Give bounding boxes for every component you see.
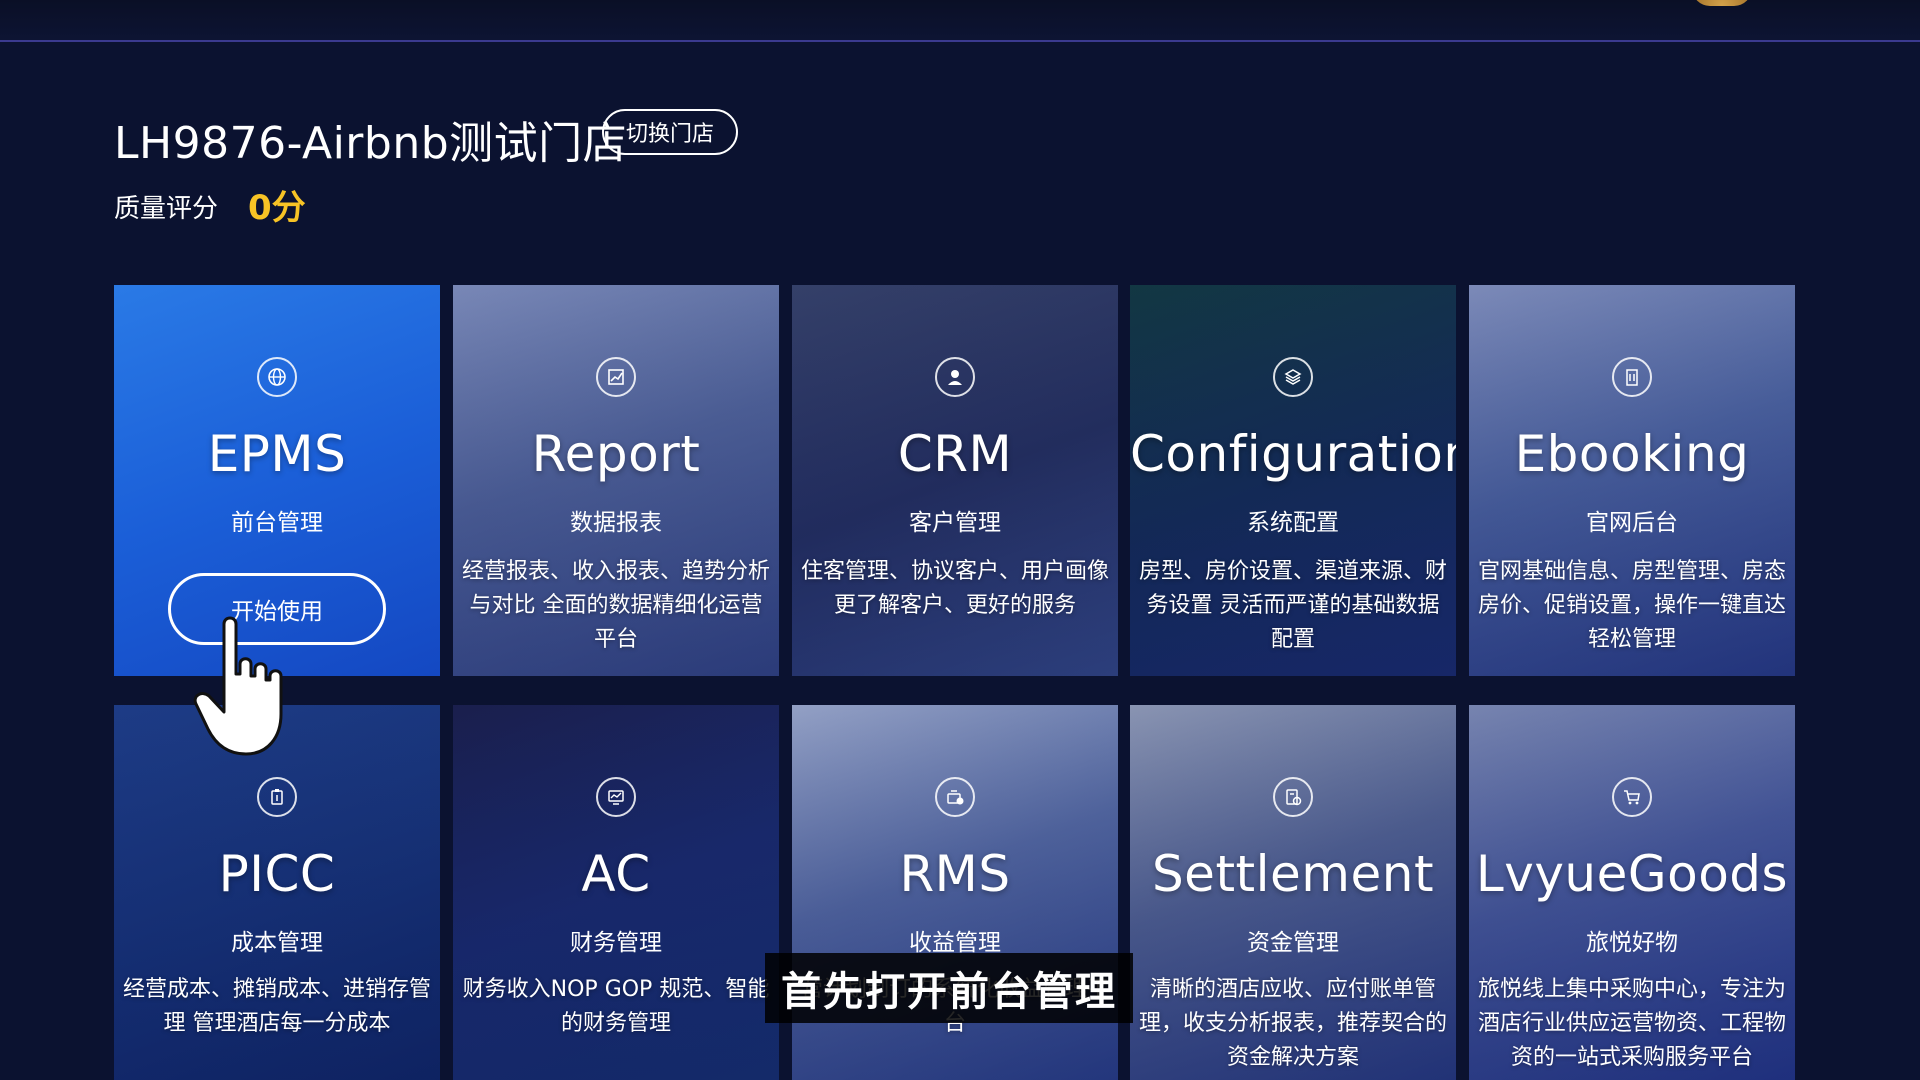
layers-icon bbox=[1273, 357, 1313, 397]
module-subtitle: 财务管理 bbox=[570, 930, 662, 956]
user-icon bbox=[935, 357, 975, 397]
module-card-lvyuegoods[interactable]: LvyueGoods 旅悦好物 旅悦线上集中采购中心，专注为酒店行业供应运营物资… bbox=[1469, 705, 1795, 1080]
globe-icon bbox=[257, 357, 297, 397]
module-name: Ebooking bbox=[1514, 425, 1750, 483]
module-name: RMS bbox=[899, 845, 1011, 903]
chart-icon bbox=[596, 357, 636, 397]
module-subtitle: 收益管理 bbox=[909, 930, 1001, 956]
video-caption: 首先打开前台管理 bbox=[765, 953, 1133, 1023]
quality-score-label: 质量评分 bbox=[114, 194, 219, 224]
module-card-rms[interactable]: RMS 收益管理 营计划制订的系统化收益管理平台 bbox=[792, 705, 1118, 1080]
module-name: PICC bbox=[218, 845, 336, 903]
module-description: 经营报表、收入报表、趋势分析与对比 全面的数据精细化运营平台 bbox=[461, 559, 770, 652]
module-description: 官网基础信息、房型管理、房态房价、促销设置，操作一键直达轻松管理 bbox=[1477, 559, 1786, 652]
quality-score-value: 0分 bbox=[248, 188, 306, 228]
module-name: Configuration bbox=[1130, 425, 1456, 483]
module-subtitle: 前台管理 bbox=[231, 510, 323, 536]
clipboard-icon bbox=[257, 777, 297, 817]
settlement-icon bbox=[1273, 777, 1313, 817]
module-name: EPMS bbox=[207, 425, 347, 483]
module-subtitle: 数据报表 bbox=[570, 510, 662, 536]
module-subtitle: 旅悦好物 bbox=[1586, 930, 1678, 956]
module-subtitle: 成本管理 bbox=[231, 930, 323, 956]
module-subtitle: 资金管理 bbox=[1247, 930, 1339, 956]
module-name: Report bbox=[531, 425, 701, 483]
module-description: 旅悦线上集中采购中心，专注为酒店行业供应运营物资、工程物资的一站式采购服务平台 bbox=[1477, 977, 1786, 1070]
module-description: 财务收入NOP GOP 规范、智能的财务管理 bbox=[462, 977, 770, 1036]
avatar[interactable] bbox=[1692, 0, 1752, 6]
module-card-settlement[interactable]: Settlement 资金管理 清晰的酒店应收、应付账单管理，收支分析报表，推荐… bbox=[1130, 705, 1456, 1080]
store-title: LH9876-Airbnb测试门店 bbox=[114, 118, 628, 169]
module-card-ac[interactable]: AC 财务管理 财务收入NOP GOP 规范、智能的财务管理 bbox=[453, 705, 779, 1080]
module-card-crm[interactable]: CRM 客户管理 住客管理、协议客户、用户画像 更了解客户、更好的服务 bbox=[792, 285, 1118, 676]
monitor-icon bbox=[596, 777, 636, 817]
cart-icon bbox=[1612, 777, 1652, 817]
module-subtitle: 官网后台 bbox=[1586, 510, 1678, 536]
module-subtitle: 客户管理 bbox=[909, 510, 1001, 536]
revenue-icon bbox=[935, 777, 975, 817]
module-card-configuration[interactable]: Configuration 系统配置 房型、房价设置、渠道来源、财务设置 灵活而… bbox=[1130, 285, 1456, 676]
module-description: 经营成本、摊销成本、进销存管理 管理酒店每一分成本 bbox=[122, 977, 431, 1036]
module-description: 住客管理、协议客户、用户画像 更了解客户、更好的服务 bbox=[800, 559, 1109, 618]
hand-cursor-icon bbox=[190, 612, 300, 762]
module-card-ebooking[interactable]: Ebooking 官网后台 官网基础信息、房型管理、房态房价、促销设置，操作一键… bbox=[1469, 285, 1795, 676]
module-description: 清晰的酒店应收、应付账单管理，收支分析报表，推荐契合的资金解决方案 bbox=[1138, 977, 1447, 1070]
building-icon bbox=[1612, 357, 1652, 397]
module-description: 房型、房价设置、渠道来源、财务设置 灵活而严谨的基础数据配置 bbox=[1138, 559, 1447, 652]
module-name: CRM bbox=[897, 425, 1013, 483]
top-bar bbox=[0, 0, 1920, 42]
module-name: LvyueGoods bbox=[1475, 845, 1789, 903]
switch-store-button[interactable]: 切换门店 bbox=[602, 109, 738, 155]
module-card-report[interactable]: Report 数据报表 经营报表、收入报表、趋势分析与对比 全面的数据精细化运营… bbox=[453, 285, 779, 676]
module-name: Settlement bbox=[1151, 845, 1435, 903]
module-subtitle: 系统配置 bbox=[1247, 510, 1339, 536]
module-name: AC bbox=[581, 845, 651, 903]
